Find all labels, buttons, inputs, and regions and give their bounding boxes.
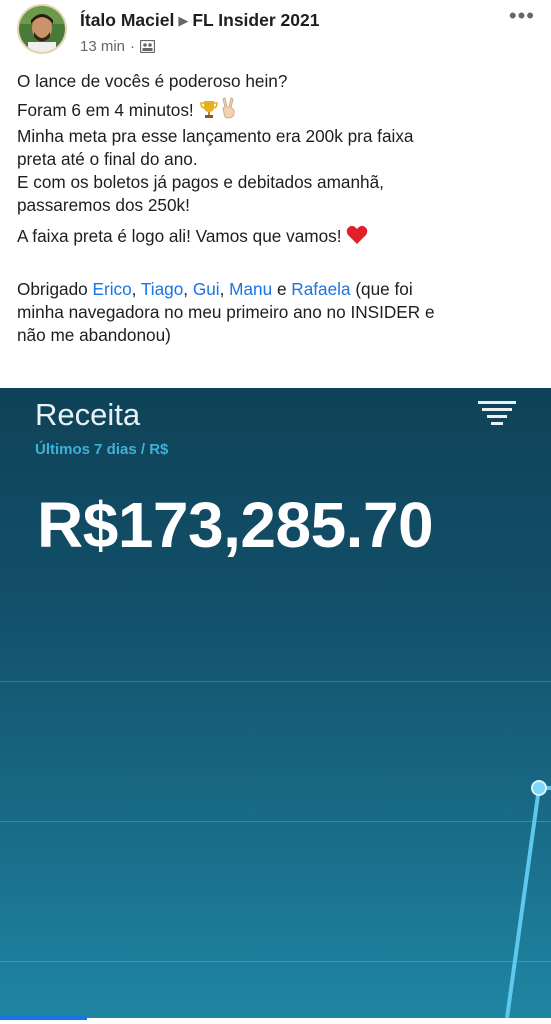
mention-erico[interactable]: Erico <box>93 279 132 299</box>
and-word: e <box>276 279 287 299</box>
group-name[interactable]: FL Insider 2021 <box>192 10 319 30</box>
thanks-line: minha navegadora no meu primeiro ano no … <box>17 302 435 322</box>
chart-data-point <box>531 780 547 796</box>
avatar[interactable] <box>17 4 67 54</box>
post-line-text: Foram 6 em 4 minutos! <box>17 100 194 120</box>
post-line: preta até o final do ano. <box>17 149 198 169</box>
comma: , <box>183 279 189 299</box>
heart-icon <box>346 225 368 251</box>
arrow-right-icon: ▶ <box>178 13 189 28</box>
progress-indicator <box>0 1016 87 1020</box>
post-line: O lance de vocês é poderoso hein? <box>17 71 288 91</box>
post-time[interactable]: 13 min <box>80 38 125 55</box>
thanks-prefix: Obrigado <box>17 279 88 299</box>
revenue-chart <box>505 780 551 1018</box>
more-icon[interactable]: ••• <box>509 5 535 27</box>
mention-tiago[interactable]: Tiago <box>141 279 183 299</box>
post-line-text: A faixa preta é logo ali! Vamos que vamo… <box>17 226 342 246</box>
thanks-line: Obrigado Erico, Tiago, Gui, Manu e Rafae… <box>17 278 537 301</box>
post-line: Minha meta pra esse lançamento era 200k … <box>17 126 414 146</box>
chart-series-line <box>505 787 541 1018</box>
revenue-dashboard[interactable]: Receita Últimos 7 dias / R$ R$173,285.70 <box>0 388 551 1018</box>
comma: , <box>131 279 137 299</box>
post-line: E com os boletos já pagos e debitados am… <box>17 172 384 192</box>
meta-separator: · <box>130 38 136 55</box>
post-header: Ítalo Maciel ▶ FL Insider 2021 13 min · ••• <box>0 0 551 62</box>
victory-hand-icon <box>219 97 239 125</box>
mention-gui[interactable]: Gui <box>193 279 220 299</box>
group-icon <box>139 39 156 57</box>
post-line: Foram 6 em 4 minutos! <box>17 97 537 125</box>
thanks-line: não me abandonou) <box>17 325 171 345</box>
post-body: O lance de vocês é poderoso hein? Foram … <box>17 70 537 347</box>
comma: , <box>219 279 225 299</box>
thanks-suffix: (que foi <box>355 279 413 299</box>
post-line: passaremos dos 250k! <box>17 195 190 215</box>
post-line: A faixa preta é logo ali! Vamos que vamo… <box>17 225 537 251</box>
avatar-image <box>19 6 65 52</box>
trophy-icon <box>199 99 219 125</box>
mention-manu[interactable]: Manu <box>229 279 272 299</box>
author-name[interactable]: Ítalo Maciel <box>80 10 174 30</box>
mention-rafaela[interactable]: Rafaela <box>291 279 350 299</box>
post-meta: 13 min · <box>80 38 156 57</box>
post-title: Ítalo Maciel ▶ FL Insider 2021 <box>80 10 319 31</box>
